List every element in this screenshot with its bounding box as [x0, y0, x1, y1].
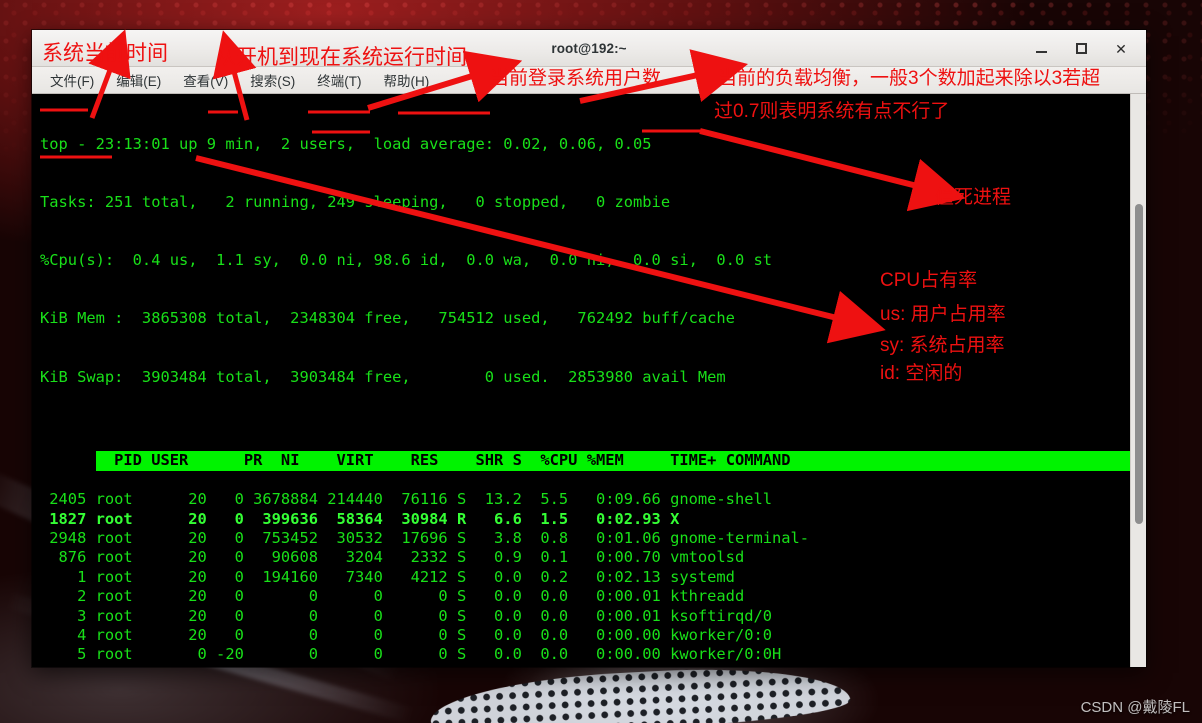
process-row: 1 root 20 0 194160 7340 4212 S 0.0 0.2 0… — [40, 567, 735, 586]
top-summary-line-uptime: top - 23:13:01 up 9 min, 2 users, load a… — [40, 134, 652, 153]
process-row: 876 root 20 0 90608 3204 2332 S 0.9 0.1 … — [40, 548, 745, 567]
process-table-body: 2405 root 20 0 3678884 214440 76116 S 13… — [40, 490, 1128, 667]
top-summary-line-swap: KiB Swap: 3903484 total, 3903484 free, 0… — [40, 367, 726, 386]
process-row: 5 root 0 -20 0 0 0 S 0.0 0.0 0:00.00 kwo… — [40, 645, 782, 664]
top-summary-line-tasks: Tasks: 251 total, 2 running, 249 sleepin… — [40, 193, 671, 212]
menu-item-edit[interactable]: 编辑(E) — [106, 67, 171, 93]
maximize-icon[interactable] — [1070, 38, 1092, 60]
close-icon[interactable]: ✕ — [1110, 38, 1132, 60]
menu-item-search[interactable]: 搜索(S) — [240, 67, 305, 93]
window-controls: ✕ — [1030, 30, 1138, 67]
process-row: 6 root 20 0 0 0 0 S 0.0 0.0 0:00.05 kwor… — [40, 665, 1128, 667]
terminal-window: root@192:~ ✕ 文件(F) 编辑(E) 查看(V) 搜索(S) 终端(… — [32, 30, 1146, 667]
process-row: 3 root 20 0 0 0 0 S 0.0 0.0 0:00.01 ksof… — [40, 606, 773, 625]
process-row: 2405 root 20 0 3678884 214440 76116 S 13… — [40, 490, 773, 509]
top-summary-line-mem: KiB Mem : 3865308 total, 2348304 free, 7… — [40, 309, 735, 328]
minimize-icon[interactable] — [1030, 38, 1052, 60]
background-mesh-texture — [428, 661, 852, 723]
terminal-output-area[interactable]: top - 23:13:01 up 9 min, 2 users, load a… — [32, 94, 1146, 667]
menu-item-help[interactable]: 帮助(H) — [374, 67, 440, 93]
terminal-scrollbar[interactable] — [1130, 94, 1146, 667]
window-titlebar: root@192:~ ✕ — [32, 30, 1146, 67]
menu-item-file[interactable]: 文件(F) — [40, 67, 104, 93]
process-row: 2948 root 20 0 753452 30532 17696 S 3.8 … — [40, 528, 810, 547]
process-row: 2 root 20 0 0 0 0 S 0.0 0.0 0:00.01 kthr… — [40, 587, 745, 606]
top-output: top - 23:13:01 up 9 min, 2 users, load a… — [40, 96, 1146, 667]
menu-item-view[interactable]: 查看(V) — [173, 67, 238, 93]
terminal-scrollbar-thumb[interactable] — [1135, 204, 1143, 524]
top-summary-line-cpu: %Cpu(s): 0.4 us, 1.1 sy, 0.0 ni, 98.6 id… — [40, 251, 773, 270]
menu-item-terminal[interactable]: 终端(T) — [307, 67, 371, 93]
process-table-header: PID USER PR NI VIRT RES SHR S %CPU %MEM … — [95, 451, 1146, 471]
window-title: root@192:~ — [551, 40, 627, 56]
csdn-watermark: CSDN @戴陵FL — [1080, 699, 1190, 716]
menu-bar: 文件(F) 编辑(E) 查看(V) 搜索(S) 终端(T) 帮助(H) — [32, 67, 1146, 94]
process-row: 1827 root 20 0 399636 58364 30984 R 6.6 … — [40, 509, 680, 528]
process-row: 4 root 20 0 0 0 0 S 0.0 0.0 0:00.00 kwor… — [40, 625, 773, 644]
